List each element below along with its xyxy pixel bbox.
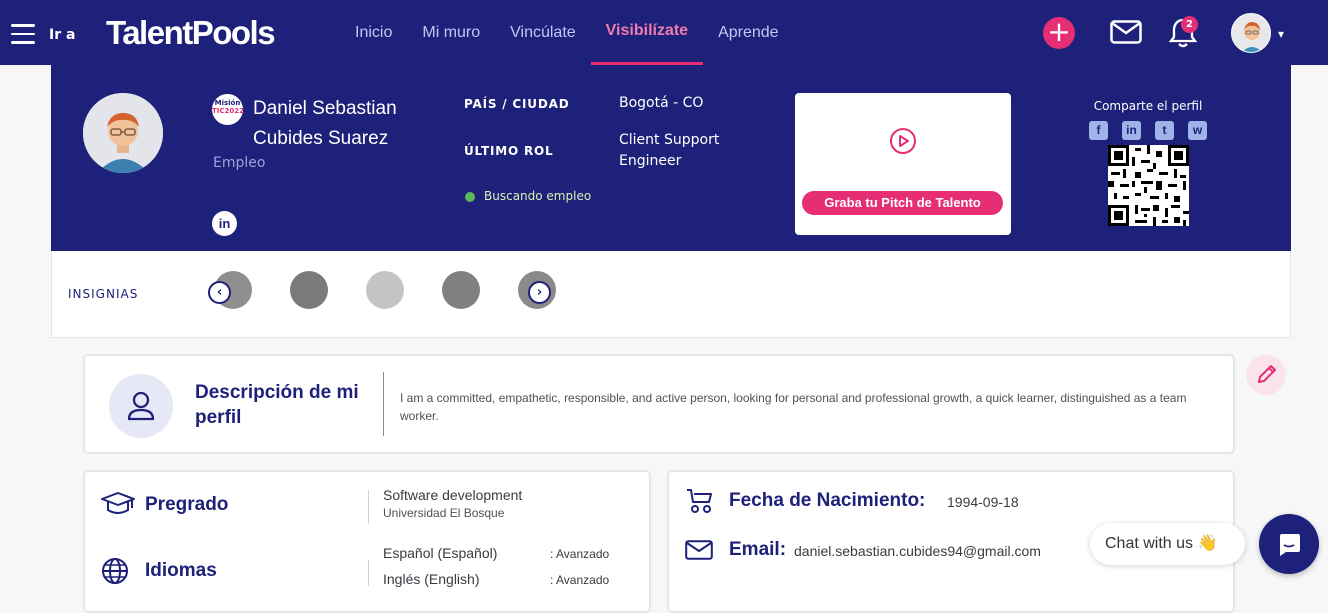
profile-name: Daniel Sebastian Cubides Suarez xyxy=(253,98,397,149)
email-value[interactable]: daniel.sebastian.cubides94@gmail.com xyxy=(794,543,1041,559)
notification-badge: 2 xyxy=(1181,16,1198,33)
globe-icon xyxy=(102,558,128,584)
nav-inicio[interactable]: Inicio xyxy=(340,0,407,65)
user-avatar[interactable] xyxy=(1231,13,1271,53)
language-level: : Avanzado xyxy=(550,573,610,587)
play-icon[interactable] xyxy=(889,127,917,155)
chevron-down-icon[interactable]: ▾ xyxy=(1278,27,1284,41)
mision-logo-text: Misión xyxy=(214,99,241,107)
email-label: Email: xyxy=(729,539,787,560)
carousel-prev-button[interactable]: ‹ xyxy=(208,281,231,304)
chat-launcher-button[interactable] xyxy=(1259,514,1319,574)
hamburger-menu-icon[interactable] xyxy=(11,24,35,44)
user-icon xyxy=(127,391,155,421)
record-pitch-button[interactable]: Graba tu Pitch de Talento xyxy=(802,191,1003,215)
pais-label: PAÍS / CIUDAD xyxy=(464,97,570,111)
edit-button[interactable] xyxy=(1246,355,1286,395)
badge-icon[interactable] xyxy=(442,271,480,309)
twitter-icon[interactable]: t xyxy=(1155,121,1174,140)
birthdate-value: 1994-09-18 xyxy=(947,494,1019,510)
divider xyxy=(383,372,384,436)
mision-tic-logo: Misión TIC2022 xyxy=(212,94,244,125)
whatsapp-icon[interactable]: w xyxy=(1188,121,1207,140)
divider xyxy=(368,490,369,524)
status-dot-icon xyxy=(465,192,475,202)
add-plus-button[interactable]: + xyxy=(1043,17,1075,49)
qr-code xyxy=(1108,145,1189,226)
facebook-icon[interactable]: f xyxy=(1089,121,1108,140)
profile-header: Misión TIC2022 Daniel Sebastian Cubides … xyxy=(51,65,1291,251)
pitch-video-card[interactable]: Graba tu Pitch de Talento xyxy=(795,93,1011,235)
nav-visibilizate[interactable]: Visibilízate xyxy=(590,0,704,65)
pregrado-school: Universidad El Bosque xyxy=(383,506,505,520)
email-icon xyxy=(685,540,713,560)
profile-role-tag: Empleo xyxy=(213,155,266,171)
nav-aprende[interactable]: Aprende xyxy=(703,0,794,65)
ir-a-label[interactable]: Ir a xyxy=(49,27,75,43)
chat-icon[interactable] xyxy=(1259,514,1319,574)
description-title: Descripción de mi perfil xyxy=(195,382,359,428)
badge-icon[interactable] xyxy=(290,271,328,309)
pais-value: Bogotá - CO xyxy=(619,95,704,111)
user-icon-wrapper xyxy=(109,374,173,438)
language-level: : Avanzado xyxy=(550,547,610,561)
share-profile-label: Comparte el perfil xyxy=(1093,99,1203,113)
social-share-row: f in t w xyxy=(1089,121,1207,140)
ultimo-rol-value: Client Support Engineer xyxy=(619,132,720,169)
main-nav: Inicio Mi muro Vincúlate Visibilízate Ap… xyxy=(340,0,794,65)
graduation-cap-icon xyxy=(101,492,135,514)
talentpools-logo[interactable]: TalentPools xyxy=(106,14,276,52)
baby-carriage-icon xyxy=(687,489,712,513)
insignias-card: INSIGNIAS ‹ › xyxy=(51,251,1291,338)
mail-icon[interactable] xyxy=(1110,20,1142,44)
divider xyxy=(368,560,369,586)
description-text: I am a committed, empathetic, responsibl… xyxy=(400,391,1187,423)
profile-description-card: Descripción de mi perfil I am a committe… xyxy=(83,354,1235,454)
badge-icon[interactable] xyxy=(366,271,404,309)
nav-vinculate[interactable]: Vincúlate xyxy=(495,0,591,65)
language-name: Español (Español) xyxy=(383,545,498,561)
nav-mi-muro[interactable]: Mi muro xyxy=(407,0,495,65)
chat-with-us-bubble[interactable]: Chat with us 👋 xyxy=(1090,523,1245,565)
birthdate-label: Fecha de Nacimiento: xyxy=(729,490,926,511)
pregrado-program: Software development xyxy=(383,487,523,503)
carousel-next-button[interactable]: › xyxy=(528,281,551,304)
language-name: Inglés (English) xyxy=(383,571,480,587)
pregrado-title: Pregrado xyxy=(145,494,229,515)
linkedin-share-icon[interactable]: in xyxy=(1122,121,1141,140)
pencil-icon[interactable] xyxy=(1246,355,1286,395)
insignias-label: INSIGNIAS xyxy=(68,287,139,301)
top-navbar: Ir a TalentPools Inicio Mi muro Vincúlat… xyxy=(0,0,1328,65)
profile-avatar xyxy=(83,93,163,173)
job-status: Buscando empleo xyxy=(484,189,592,203)
idiomas-title: Idiomas xyxy=(145,560,217,581)
ultimo-rol-label: ÚLTIMO ROL xyxy=(464,144,554,158)
education-languages-card: Pregrado Software development Universida… xyxy=(83,470,651,613)
mision-logo-year: TIC2022 xyxy=(212,107,244,115)
linkedin-icon[interactable]: in xyxy=(212,211,237,236)
